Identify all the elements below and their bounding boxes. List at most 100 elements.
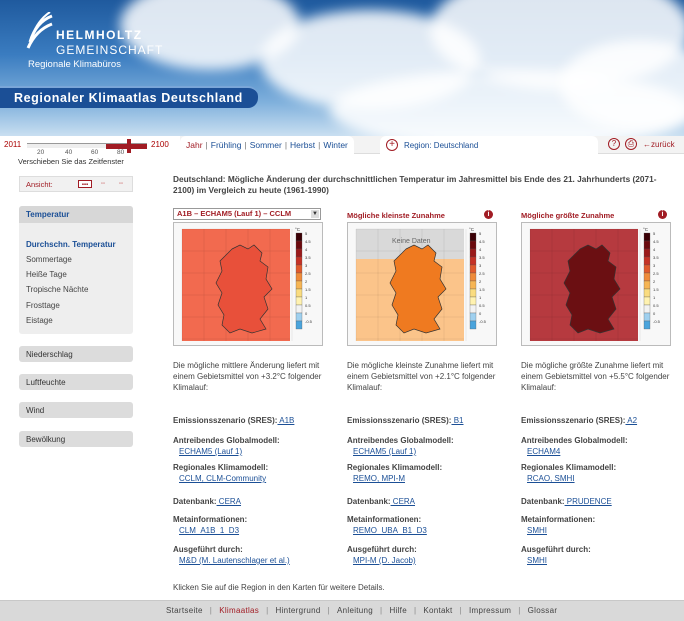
legend-swatch (295, 232, 303, 242)
back-link[interactable]: ←zurück (643, 140, 675, 149)
sidebar-item-summer-days[interactable]: Sommertage (26, 255, 72, 264)
scenario-label: Emissionsszenario (SRES): (347, 416, 452, 425)
metainformation-link[interactable]: SMHI (521, 525, 595, 536)
regional-model-link[interactable]: CCLM, CLM-Community (173, 473, 268, 484)
footer-link-hilfe[interactable]: Hilfe (389, 606, 407, 615)
legend-swatch (469, 312, 477, 322)
global-model-link[interactable]: ECHAM5 (Lauf 1) (173, 446, 280, 457)
scenario-link[interactable]: B1 (451, 416, 464, 425)
metainformation-link[interactable]: CLM_A1B_1_D3 (173, 525, 247, 536)
legend-swatch (469, 288, 477, 298)
info-icon[interactable]: i (484, 210, 493, 219)
legend-unit: °C (295, 227, 301, 232)
footer-link-anleitung[interactable]: Anleitung (337, 606, 373, 615)
chevron-down-icon[interactable]: ▼ (311, 210, 319, 218)
legend-tick: 2 (479, 279, 482, 284)
view-switcher: Ansicht: ▪▪▪ ▫▫ ▫▫ (19, 176, 133, 192)
sidebar-item-label[interactable]: Niederschlag (26, 350, 73, 359)
footer-separator: | (209, 606, 213, 615)
regional-model-link[interactable]: REMO, MPI-M (347, 473, 442, 484)
global-model-row: Antreibendes Globalmodell: ECHAM5 (Lauf 1… (173, 435, 280, 457)
print-icon[interactable]: ⎙ (625, 138, 637, 150)
sidebar-item-label[interactable]: Bewölkung (26, 435, 65, 444)
footer-link-kontakt[interactable]: Kontakt (423, 606, 452, 615)
tab-sommer[interactable]: Sommer (250, 140, 282, 150)
plus-icon[interactable]: + (386, 139, 398, 151)
climate-map[interactable]: °C 5 4.5 4 3.5 3 2.5 2 1.5 1 0.5 0 -0.5 (521, 222, 671, 346)
database-link[interactable]: CERA (391, 497, 415, 506)
metainformation-link[interactable]: REMO_UBA_B1_D3 (347, 525, 427, 536)
footer-link-glossar[interactable]: Glossar (528, 606, 558, 615)
legend-tick: 2 (305, 279, 308, 284)
climate-map-svg[interactable]: °C 5 4.5 4 3.5 3 2.5 2 1.5 1 0.5 0 -0.5 (522, 223, 672, 347)
executed-by-link[interactable]: SMHI (521, 555, 591, 566)
tab-separator: | (205, 140, 208, 150)
legend-swatch (295, 240, 303, 250)
executed-by-link[interactable]: M&D (M. Lautenschlager et al.) (173, 555, 290, 566)
scenario-link[interactable]: A2 (625, 416, 637, 425)
map-header: Mögliche größte Zunahme i (521, 208, 671, 222)
scenario-link[interactable]: A1B (277, 416, 294, 425)
climate-map-svg[interactable]: °C 5 4.5 4 3.5 3 2.5 2 1.5 1 0.5 0 -0.5 (174, 223, 324, 347)
legend-swatch (643, 312, 651, 322)
regional-model-link[interactable]: RCAO, SMHI (521, 473, 616, 484)
timeline-tick: 40 (65, 149, 73, 156)
timeline-end-year: 2100 (151, 140, 169, 149)
legend-swatch (469, 320, 477, 330)
legend-swatch (643, 288, 651, 298)
climate-map[interactable]: °C 5 4.5 4 3.5 3 2.5 2 1.5 1 0.5 0 -0.5 (173, 222, 323, 346)
sidebar-item-humidity[interactable]: Luftfeuchte (19, 374, 133, 390)
executed-by-label: Ausgeführt durch: (173, 545, 243, 554)
metainformation-row: Metainformationen: REMO_UBA_B1_D3 (347, 514, 427, 536)
tab-jahr[interactable]: Jahr (186, 140, 203, 150)
legend-tick: 5 (653, 231, 656, 236)
sidebar-item-wind[interactable]: Wind (19, 402, 133, 418)
sidebar-item-precipitation[interactable]: Niederschlag (19, 346, 133, 362)
global-model-label: Antreibendes Globalmodell: (173, 436, 280, 445)
database-label: Datenbank: (347, 497, 391, 506)
footer-link-impressum[interactable]: Impressum (469, 606, 511, 615)
executed-by-link[interactable]: MPI-M (D. Jacob) (347, 555, 417, 566)
timeline-track[interactable] (27, 139, 147, 153)
sidebar-item-tropical-nights[interactable]: Tropische Nächte (26, 285, 88, 294)
main-title: Deutschland: Mögliche Änderung der durch… (173, 174, 657, 195)
database-link[interactable]: CERA (217, 497, 241, 506)
executed-by-label: Ausgeführt durch: (521, 545, 591, 554)
sidebar-item-label[interactable]: Luftfeuchte (26, 378, 66, 387)
legend-tick: 3 (653, 263, 656, 268)
footer-link-startseite[interactable]: Startseite (166, 606, 203, 615)
legend-tick: 3.5 (653, 255, 659, 260)
temperature-panel-header[interactable]: Temperatur (19, 206, 133, 223)
sidebar-item-avg-temperature[interactable]: Durchschn. Temperatur (26, 240, 116, 249)
help-icon[interactable]: ? (608, 138, 620, 150)
view-single-map-icon[interactable]: ▫▫ (114, 180, 128, 188)
info-icon[interactable]: i (658, 210, 667, 219)
sidebar-item-hot-days[interactable]: Heiße Tage (26, 270, 67, 279)
scenario-row: Emissionsszenario (SRES): A2 (521, 415, 637, 426)
climate-map[interactable]: Keine Daten °C 5 4.5 4 3.5 3 2.5 2 1.5 1 0.5 0 -0.5 (347, 222, 497, 346)
model-run-select[interactable]: A1B – ECHAM5 (Lauf 1) – CCLM ▼ (173, 208, 321, 220)
back-label[interactable]: zurück (651, 140, 675, 149)
season-tabs: Jahr | Frühling | Sommer | Herbst | Wint… (180, 136, 354, 154)
climate-map-svg[interactable]: Keine Daten °C 5 4.5 4 3.5 3 2.5 2 1.5 1 0.5 0 -0.5 (348, 223, 498, 347)
footer-link-hintergrund[interactable]: Hintergrund (275, 606, 320, 615)
database-link[interactable]: PRUDENCE (565, 497, 612, 506)
sidebar-item-cloudiness[interactable]: Bewölkung (19, 431, 133, 447)
regional-model-label: Regionales Klimamodell: (347, 463, 443, 472)
footer-link-klimaatlas[interactable]: Klimaatlas (219, 606, 259, 615)
region-tab[interactable]: + Region: Deutschland (380, 136, 598, 154)
global-model-link[interactable]: ECHAM5 (Lauf 1) (347, 446, 454, 457)
sidebar-item-label[interactable]: Wind (26, 406, 44, 415)
view-two-maps-icon[interactable]: ▫▫ (96, 180, 110, 188)
tab-herbst[interactable]: Herbst (290, 140, 315, 150)
tab-fruehling[interactable]: Frühling (211, 140, 242, 150)
no-data-label: Keine Daten (392, 238, 431, 245)
sidebar-item-ice-days[interactable]: Eistage (26, 316, 53, 325)
view-three-maps-icon[interactable]: ▪▪▪ (78, 180, 92, 188)
sidebar-item-frost-days[interactable]: Frosttage (26, 301, 60, 310)
tab-winter[interactable]: Winter (323, 140, 348, 150)
temperature-header-label[interactable]: Temperatur (26, 210, 69, 219)
model-run-select-value[interactable]: A1B – ECHAM5 (Lauf 1) – CCLM (177, 209, 291, 218)
global-model-link[interactable]: ECHAM4 (521, 446, 628, 457)
region-label[interactable]: Region: Deutschland (404, 141, 478, 150)
